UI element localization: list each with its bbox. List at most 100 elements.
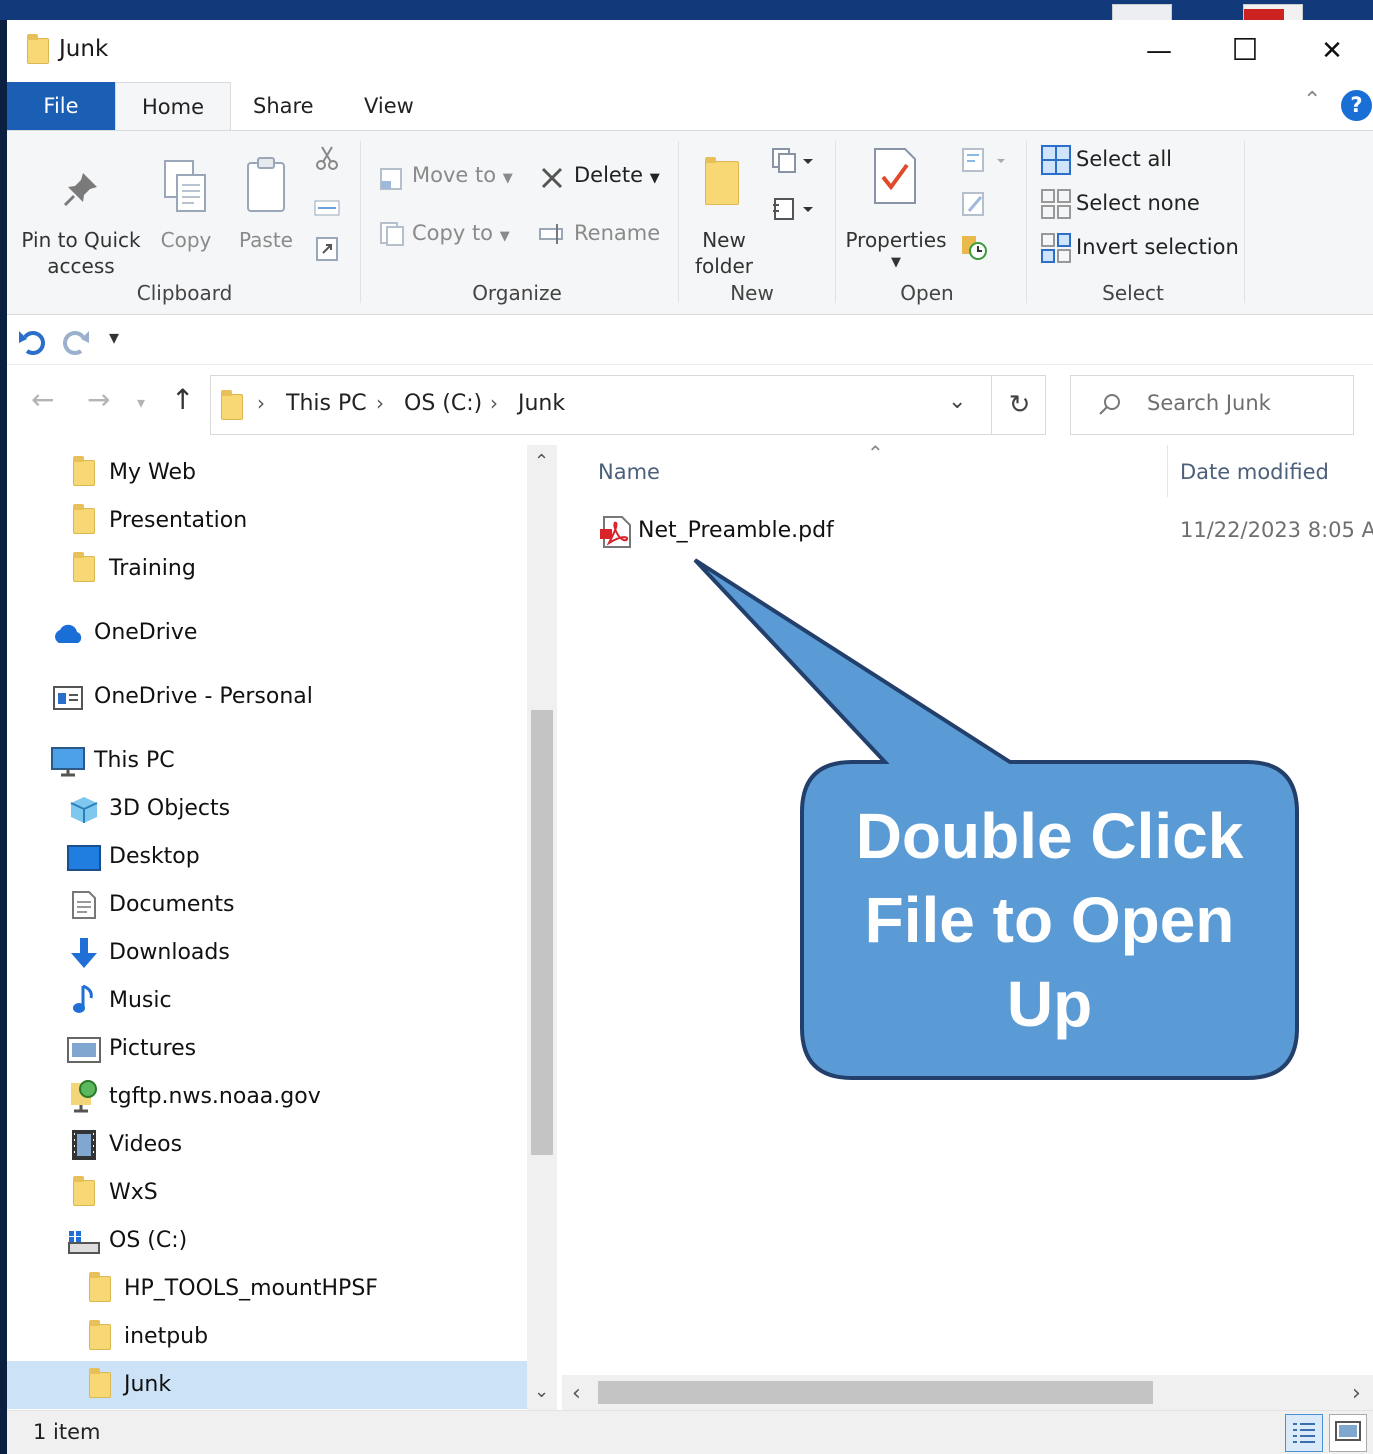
scroll-down-icon[interactable]: ⌄	[534, 1381, 549, 1402]
pin-to-quick-access-button[interactable]: Pin to Quick access	[11, 227, 151, 279]
nav-item-downloads[interactable]: Downloads	[7, 929, 527, 977]
invert-selection-button[interactable]: Invert selection	[1076, 235, 1239, 259]
scroll-left-icon[interactable]: ‹	[572, 1381, 581, 1406]
column-divider[interactable]	[1167, 445, 1168, 497]
undo-icon[interactable]	[17, 325, 47, 355]
breadcrumb-junk[interactable]: Junk	[518, 391, 565, 416]
nav-item-label: My Web	[109, 460, 196, 485]
address-bar[interactable]: › This PC › OS (C:) › Junk ⌄ ↻	[210, 375, 1046, 435]
monitor-icon	[51, 747, 85, 777]
new-folder-button[interactable]: New folder	[683, 227, 765, 279]
search-input[interactable]: Search Junk	[1147, 391, 1271, 415]
file-list-scrollbar[interactable]: ‹ ›	[562, 1375, 1373, 1410]
nav-item-3d-objects[interactable]: 3D Objects	[7, 785, 527, 833]
drive-icon	[68, 1231, 100, 1254]
folder-icon	[27, 34, 49, 64]
forward-arrow-icon[interactable]: →	[87, 383, 110, 416]
recent-locations-icon[interactable]: ▾	[137, 393, 145, 412]
tab-view[interactable]: View	[338, 82, 440, 130]
cut-icon[interactable]	[314, 145, 340, 171]
close-button[interactable]: ✕	[1292, 30, 1372, 72]
breadcrumb-os-c[interactable]: OS (C:)	[404, 391, 482, 416]
select-none-button[interactable]: Select none	[1076, 191, 1200, 215]
new-item-icon[interactable]	[771, 147, 813, 173]
column-header-name[interactable]: Name	[598, 460, 660, 484]
copy-button[interactable]: Copy	[155, 227, 217, 253]
nav-item-pictures[interactable]: Pictures	[7, 1025, 527, 1073]
folder-icon	[89, 1320, 111, 1350]
tab-home[interactable]: Home	[115, 82, 232, 130]
file-name[interactable]: Net_Preamble.pdf	[638, 518, 834, 543]
move-to-button[interactable]: Move to ▼	[412, 163, 513, 187]
tab-share[interactable]: Share	[227, 82, 340, 130]
nav-item-presentation[interactable]: Presentation	[7, 497, 527, 545]
open-icon[interactable]	[961, 147, 1009, 173]
group-separator	[1026, 141, 1027, 303]
back-arrow-icon[interactable]: ←	[31, 383, 54, 416]
folder-icon	[73, 504, 95, 534]
move-to-icon	[380, 168, 402, 190]
pdf-icon	[600, 516, 631, 548]
nav-item-tgftp[interactable]: tgftp.nws.noaa.gov	[7, 1073, 527, 1121]
nav-item-my-web[interactable]: My Web	[7, 449, 527, 497]
redo-icon[interactable]	[61, 325, 91, 355]
nav-item-label: Desktop	[109, 844, 200, 869]
nav-item-label: Presentation	[109, 508, 248, 533]
callout-line-2: File to Open	[864, 884, 1235, 956]
music-note-icon	[73, 984, 93, 1013]
easy-access-icon[interactable]	[771, 195, 813, 221]
delete-icon	[541, 167, 563, 189]
scrollbar-thumb[interactable]	[531, 710, 553, 1155]
large-icons-view-icon	[1335, 1421, 1361, 1441]
nav-item-hp-tools[interactable]: HP_TOOLS_mountHPSF	[7, 1265, 527, 1313]
scroll-right-icon[interactable]: ›	[1352, 1381, 1361, 1406]
nav-item-this-pc[interactable]: This PC	[7, 737, 527, 785]
select-all-button[interactable]: Select all	[1076, 147, 1172, 171]
details-view-icon	[1293, 1423, 1315, 1443]
rename-icon	[539, 224, 563, 244]
properties-button[interactable]: Properties ▼	[843, 227, 949, 273]
paste-shortcut-icon[interactable]	[314, 235, 340, 261]
collapse-ribbon-icon[interactable]: ⌃	[1303, 88, 1321, 113]
nav-item-junk[interactable]: Junk	[7, 1361, 527, 1409]
paste-button[interactable]: Paste	[233, 227, 299, 253]
breadcrumb-this-pc[interactable]: This PC	[286, 391, 367, 416]
copy-to-button[interactable]: Copy to ▼	[412, 221, 510, 245]
scrollbar-thumb[interactable]	[598, 1381, 1153, 1404]
chevron-down-icon[interactable]: ⌄	[948, 389, 966, 414]
nav-item-desktop[interactable]: Desktop	[7, 833, 527, 881]
nav-item-wxs[interactable]: WxS	[7, 1169, 527, 1217]
minimize-button[interactable]: —	[1119, 30, 1199, 72]
nav-item-onedrive[interactable]: OneDrive	[7, 609, 527, 657]
maximize-button[interactable]: ☐	[1205, 30, 1285, 72]
properties-icon	[874, 148, 916, 204]
tab-file[interactable]: File	[7, 82, 115, 130]
edit-icon[interactable]	[961, 191, 987, 217]
customize-toolbar-icon[interactable]: ▾	[109, 325, 119, 349]
help-icon[interactable]: ?	[1341, 90, 1372, 121]
column-header-date-modified[interactable]: Date modified	[1180, 460, 1329, 484]
nav-item-onedrive-personal[interactable]: OneDrive - Personal	[7, 673, 527, 721]
scroll-up-icon[interactable]: ⌃	[534, 451, 549, 472]
up-arrow-icon[interactable]: ↑	[171, 383, 194, 416]
title-bar[interactable]: Junk — ☐ ✕	[7, 20, 1373, 82]
rename-button[interactable]: Rename	[574, 221, 660, 245]
nav-item-training[interactable]: Training	[7, 545, 527, 593]
nav-item-os-c[interactable]: OS (C:)	[7, 1217, 527, 1265]
delete-button[interactable]: Delete ▼	[574, 163, 660, 187]
search-box[interactable]: Search Junk	[1070, 375, 1354, 435]
copy-to-icon	[380, 222, 404, 246]
nav-item-label: Music	[109, 988, 172, 1013]
copy-to-label: Copy to	[412, 221, 494, 245]
refresh-icon[interactable]: ↻	[991, 376, 1047, 434]
details-view-button[interactable]	[1285, 1414, 1323, 1452]
chevron-down-icon: ▼	[502, 171, 513, 186]
history-icon[interactable]	[961, 235, 987, 261]
copy-path-icon[interactable]	[314, 195, 340, 221]
navigation-pane-scrollbar[interactable]: ⌃ ⌄	[527, 445, 557, 1410]
nav-item-videos[interactable]: Videos	[7, 1121, 527, 1169]
nav-item-documents[interactable]: Documents	[7, 881, 527, 929]
large-icons-view-button[interactable]	[1329, 1414, 1367, 1452]
nav-item-music[interactable]: Music	[7, 977, 527, 1025]
nav-item-inetpub[interactable]: inetpub	[7, 1313, 527, 1361]
